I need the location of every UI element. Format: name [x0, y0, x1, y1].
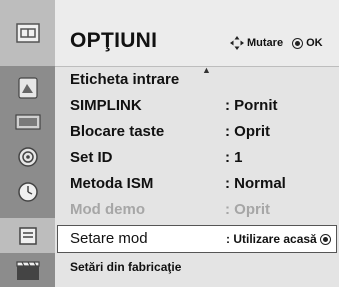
audio-icon [17, 146, 38, 167]
sidebar-item-film[interactable] [0, 253, 55, 288]
sidebar-item-options-header[interactable] [0, 0, 55, 66]
sidebar-item-screen[interactable] [0, 104, 55, 139]
option-icon [18, 226, 37, 245]
sidebar-item-audio[interactable] [0, 139, 55, 174]
menu-item-label: Setări din fabricaţie [70, 260, 182, 274]
film-icon [15, 260, 40, 280]
time-icon [17, 181, 38, 202]
menu-header: OPŢIUNI Mutare OK [55, 0, 339, 67]
menu-item-value: : Utilizare acasă [226, 232, 317, 246]
navigation-hint: Mutare OK [230, 36, 323, 50]
osd-menu: OPŢIUNI Mutare OK ▲ Eticheta intrare SIM… [0, 0, 339, 287]
menu-item-demo-mode: Mod demo : Oprit [55, 197, 339, 223]
menu-item-ism-method[interactable]: Metoda ISM : Normal [55, 171, 339, 197]
picture-icon [17, 76, 38, 99]
menu-item-label: Blocare taste [70, 123, 165, 140]
sidebar-item-option[interactable] [0, 218, 55, 253]
options-list: ▲ Eticheta intrare SIMPLINK : Pornit Blo… [55, 65, 339, 287]
menu-item-value-wrap: : Utilizare acasă [226, 232, 331, 246]
menu-item-value: : 1 [225, 149, 243, 166]
menu-item-label: Set ID [70, 149, 113, 166]
menu-sidebar [0, 0, 55, 287]
menu-item-key-lock[interactable]: Blocare taste : Oprit [55, 119, 339, 145]
menu-item-input-label[interactable]: Eticheta intrare [55, 67, 339, 93]
hint-move-label: Mutare [247, 37, 284, 49]
menu-item-label: SIMPLINK [70, 97, 142, 114]
menu-item-label: Setare mod [70, 230, 148, 247]
menu-item-value: : Oprit [225, 201, 270, 218]
menu-item-value: : Normal [225, 175, 286, 192]
menu-item-set-id[interactable]: Set ID : 1 [55, 145, 339, 171]
menu-item-mode-setting[interactable]: Setare mod : Utilizare acasă [57, 225, 337, 253]
menu-item-label: Mod demo [70, 201, 145, 218]
menu-title: OPŢIUNI [70, 29, 158, 52]
ok-button-icon [292, 37, 304, 49]
menu-item-factory-reset[interactable]: Setări din fabricaţie [55, 253, 339, 279]
option-menu-icon [15, 23, 40, 43]
screen-icon [14, 113, 41, 130]
four-way-arrows-icon [230, 36, 244, 50]
sidebar-item-time[interactable] [0, 174, 55, 209]
hint-ok-label: OK [306, 37, 323, 49]
ok-button-icon [319, 233, 331, 245]
sidebar-item-picture[interactable] [0, 70, 55, 105]
menu-item-simplink[interactable]: SIMPLINK : Pornit [55, 93, 339, 119]
menu-item-value: : Pornit [225, 97, 278, 114]
menu-item-value: : Oprit [225, 123, 270, 140]
menu-item-label: Eticheta intrare [70, 71, 180, 88]
menu-item-label: Metoda ISM [70, 175, 154, 192]
